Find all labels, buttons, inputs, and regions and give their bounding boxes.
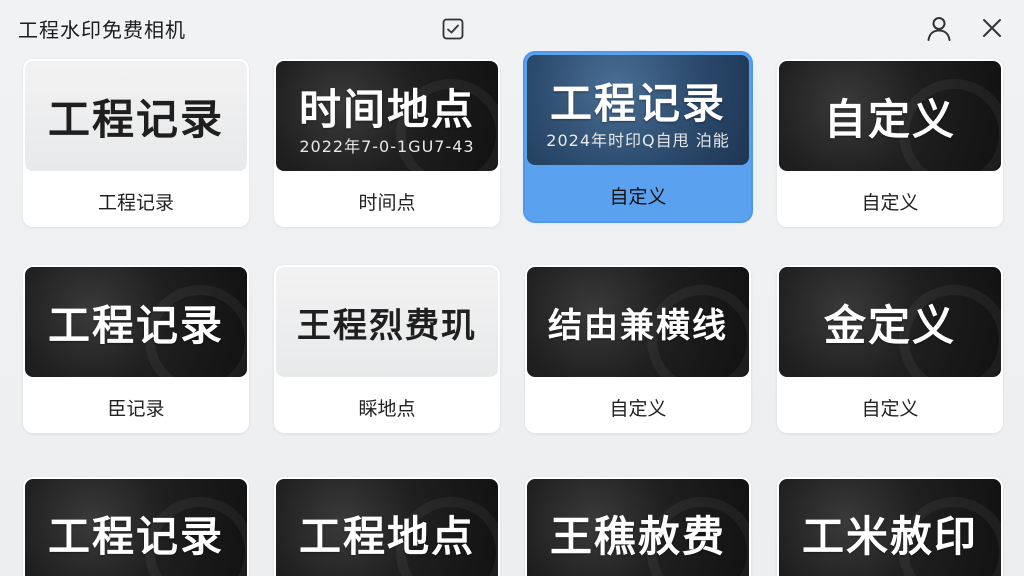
- thumbnail-title: 工米赦印: [801, 511, 978, 561]
- thumbnail-title: 工程记录: [549, 78, 726, 128]
- thumbnail-subtitle: 2024年时印Q自甩 泊能: [546, 130, 730, 150]
- template-thumbnail: 王穛赦费: [527, 479, 749, 576]
- thumbnail-title: 金定义: [823, 300, 956, 350]
- template-thumbnail: 工程记录: [25, 479, 247, 576]
- app-window: 工程水印免费相机 工程记录 工程记录 时间地点 2022年7-0-1GU7-43…: [0, 0, 1024, 576]
- template-thumbnail: 工程记录: [25, 61, 247, 171]
- template-card[interactable]: 自定义 自定义: [777, 59, 1003, 227]
- thumbnail-title: 自定义: [823, 94, 956, 144]
- thumbnail-title: 时间地点: [298, 84, 475, 134]
- thumbnail-title: 王穛赦费: [549, 511, 726, 561]
- template-thumbnail: 王程烈费玑: [276, 267, 498, 377]
- template-thumbnail: 金定义: [779, 267, 1001, 377]
- template-card[interactable]: 工程记录: [23, 477, 249, 576]
- template-label: 工程记录: [97, 191, 174, 214]
- template-card-selected[interactable]: 工程记录 2024年时印Q自甩 泊能 自定义: [525, 53, 751, 221]
- template-thumbnail: 时间地点 2022年7-0-1GU7-43: [276, 61, 498, 171]
- template-label: 自定义: [861, 397, 919, 420]
- template-card[interactable]: 工程记录 工程记录: [23, 59, 249, 227]
- template-label: 自定义: [609, 397, 667, 420]
- thumbnail-title: 工程地点: [298, 511, 475, 561]
- thumbnail-title: 工程记录: [47, 511, 224, 561]
- template-label: 自定义: [861, 191, 919, 214]
- thumbnail-title: 王程烈费玑: [297, 305, 477, 346]
- template-card[interactable]: 工程地点: [274, 477, 500, 576]
- template-thumbnail: 自定义: [779, 61, 1001, 171]
- template-thumbnail: 工程记录: [25, 267, 247, 377]
- thumbnail-subtitle: 2022年7-0-1GU7-43: [299, 136, 475, 156]
- thumbnail-title: 工程记录: [47, 300, 224, 350]
- template-card[interactable]: 王穛赦费: [525, 477, 751, 576]
- template-thumbnail: 工米赦印: [779, 479, 1001, 576]
- thumbnail-title: 结由兼横线: [548, 305, 728, 346]
- template-label: 时间点: [358, 191, 416, 214]
- template-card[interactable]: 王程烈费玑 睬地点: [274, 265, 500, 433]
- template-card[interactable]: 工程记录 臣记录: [23, 265, 249, 433]
- template-label: 睬地点: [358, 397, 416, 420]
- template-card[interactable]: 时间地点 2022年7-0-1GU7-43 时间点: [274, 59, 500, 227]
- thumbnail-title: 工程记录: [47, 94, 224, 144]
- template-card[interactable]: 金定义 自定义: [777, 265, 1003, 433]
- template-thumbnail: 工程地点: [276, 479, 498, 576]
- template-thumbnail: 工程记录 2024年时印Q自甩 泊能: [527, 55, 749, 165]
- template-thumbnail: 结由兼横线: [527, 267, 749, 377]
- template-grid: 工程记录 工程记录 时间地点 2022年7-0-1GU7-43 时间点 工程记录…: [0, 0, 1024, 576]
- template-label: 自定义: [609, 185, 667, 208]
- template-card[interactable]: 工米赦印: [777, 477, 1003, 576]
- template-card[interactable]: 结由兼横线 自定义: [525, 265, 751, 433]
- template-label: 臣记录: [107, 397, 165, 420]
